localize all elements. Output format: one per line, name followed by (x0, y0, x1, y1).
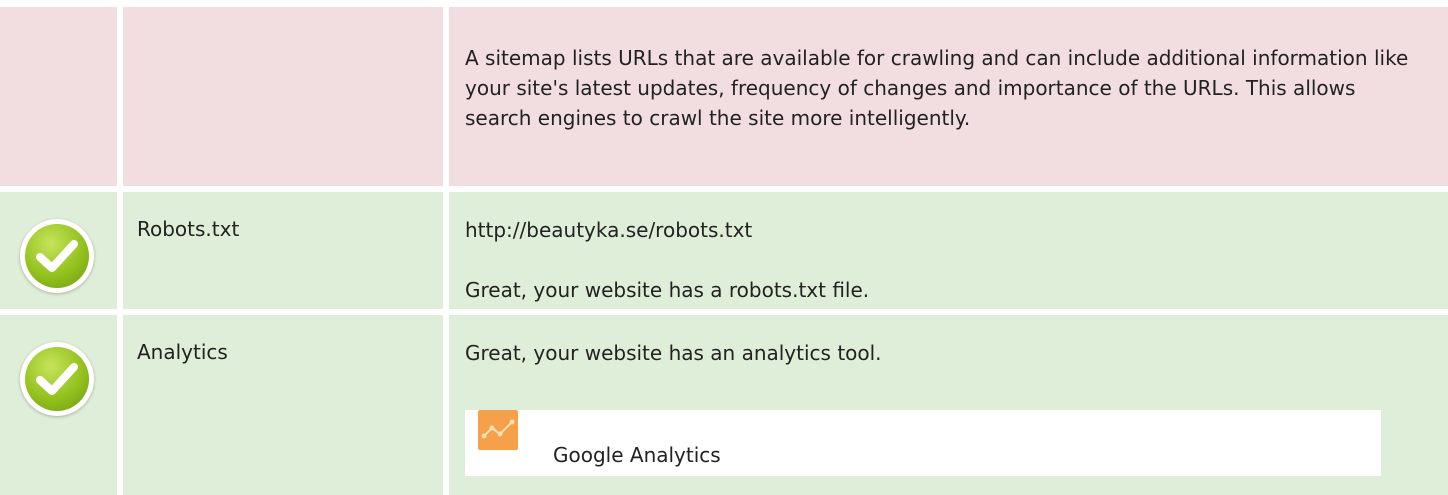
analytics-tool-name: Google Analytics (553, 443, 721, 467)
analytics-icon-cell (0, 315, 117, 495)
analytics-tool-item: Google Analytics (465, 410, 1381, 476)
robots-label: Robots.txt (137, 217, 240, 241)
robots-message: Great, your website has a robots.txt fil… (465, 278, 870, 302)
check-icon (20, 342, 94, 416)
analytics-label-cell: Analytics (123, 315, 443, 495)
robots-label-cell: Robots.txt (123, 192, 443, 309)
sitemap-row: A sitemap lists URLs that are available … (0, 0, 1448, 186)
google-analytics-icon (478, 410, 518, 450)
analytics-description-cell: Great, your website has an analytics too… (449, 315, 1448, 495)
robots-description-cell: http://beautyka.se/robots.txt Great, you… (449, 192, 1448, 309)
sitemap-icon-cell (0, 0, 117, 186)
sitemap-label-cell (123, 0, 443, 186)
analytics-message: Great, your website has an analytics too… (465, 341, 882, 365)
analytics-row: Analytics Great, your website has an ana… (0, 315, 1448, 495)
robots-url: http://beautyka.se/robots.txt (465, 218, 753, 242)
check-icon (20, 219, 94, 293)
robots-row: Robots.txt http://beautyka.se/robots.txt… (0, 192, 1448, 309)
robots-icon-cell (0, 192, 117, 309)
analytics-label: Analytics (137, 340, 228, 364)
sitemap-description-cell: A sitemap lists URLs that are available … (449, 0, 1448, 186)
seo-results-table: A sitemap lists URLs that are available … (0, 0, 1448, 495)
sitemap-description: A sitemap lists URLs that are available … (465, 46, 1409, 130)
